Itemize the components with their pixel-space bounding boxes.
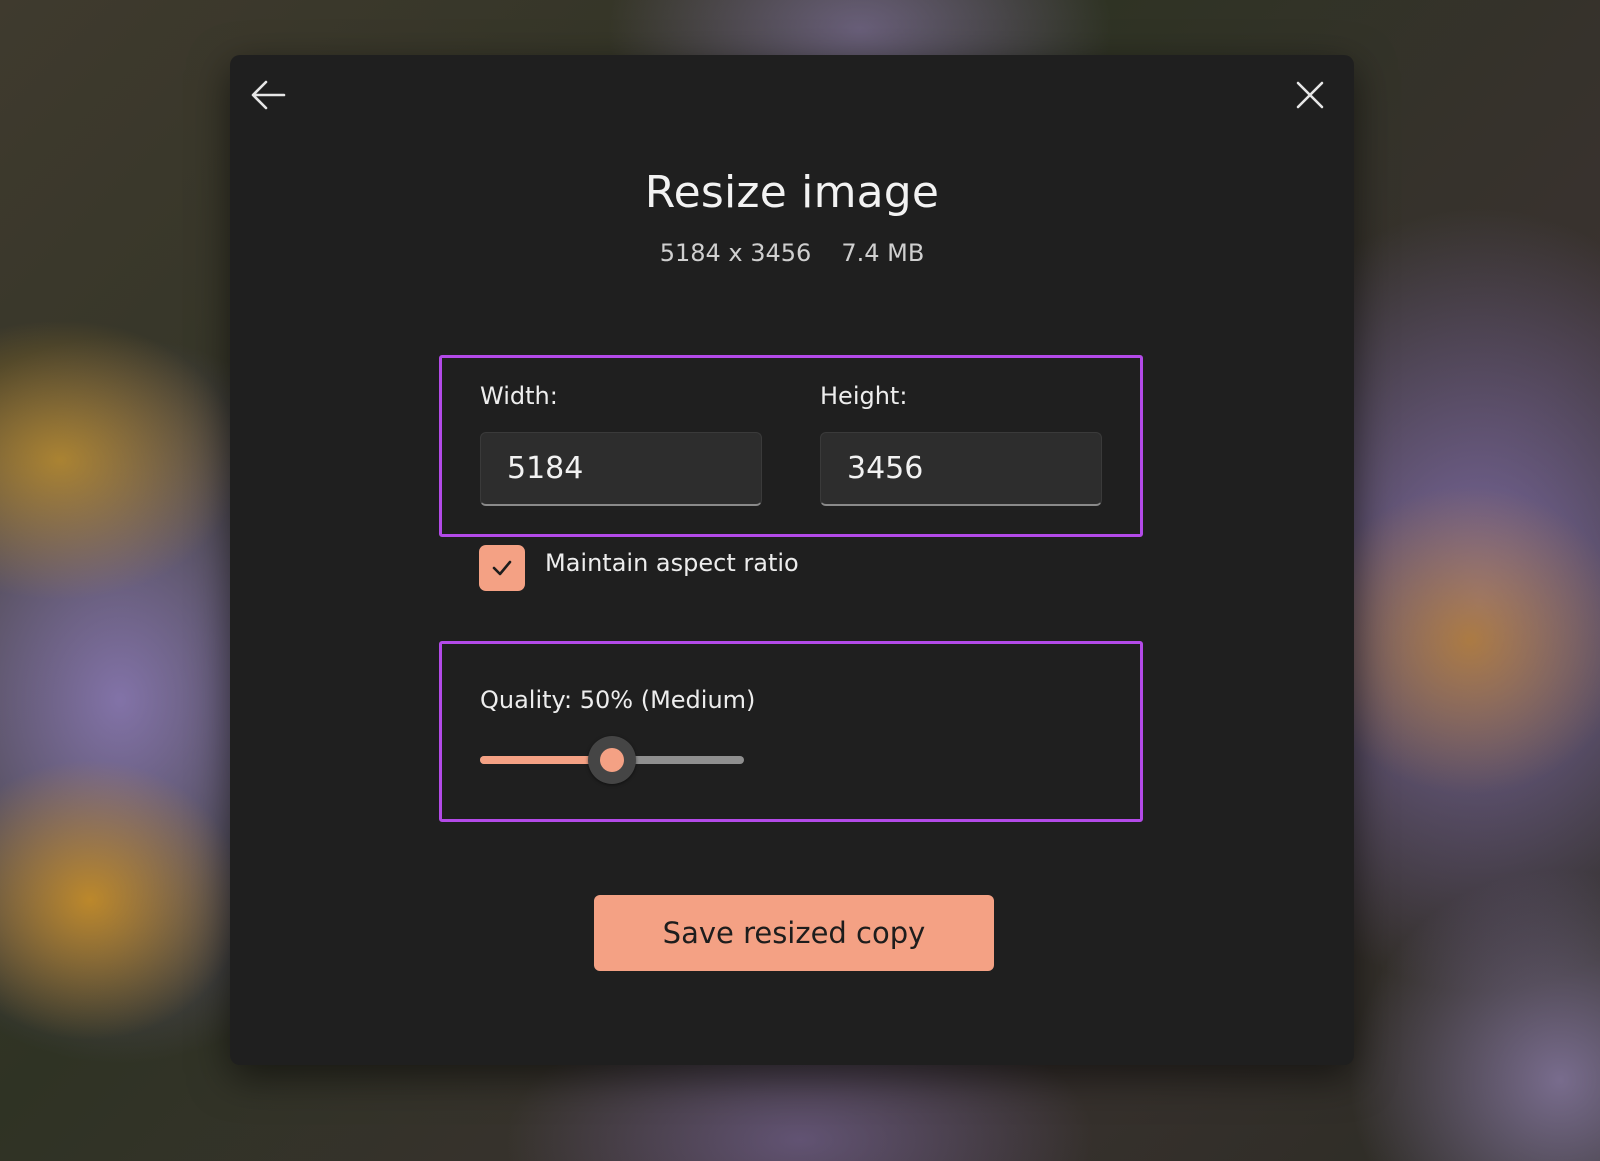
aspect-ratio-checkbox[interactable] [479, 545, 525, 591]
height-label: Height: [820, 382, 908, 410]
slider-thumb[interactable] [588, 736, 636, 784]
quality-slider[interactable] [480, 736, 744, 784]
image-dimensions: 5184 x 3456 [659, 239, 812, 267]
image-info: 5184 x 3456 7.4 MB [230, 239, 1354, 267]
save-resized-copy-button[interactable]: Save resized copy [594, 895, 994, 971]
quality-group: Quality: 50% (Medium) [439, 641, 1143, 822]
width-input[interactable] [480, 432, 762, 506]
slider-thumb-core [600, 748, 624, 772]
arrow-left-icon [251, 80, 286, 110]
maintain-aspect-ratio-option[interactable]: Maintain aspect ratio [479, 545, 799, 591]
image-file-size: 7.4 MB [841, 239, 925, 267]
close-icon [1296, 81, 1324, 109]
width-label: Width: [480, 382, 558, 410]
aspect-ratio-label: Maintain aspect ratio [545, 549, 799, 577]
dialog-title: Resize image [644, 167, 940, 218]
height-input[interactable] [820, 432, 1102, 506]
back-button[interactable] [244, 71, 292, 119]
quality-label: Quality: 50% (Medium) [480, 686, 756, 714]
close-button[interactable] [1286, 71, 1334, 119]
dimensions-group: Width: Height: [439, 355, 1143, 537]
resize-image-dialog: Resize image 5184 x 3456 7.4 MB Width: He… [230, 55, 1354, 1065]
checkmark-icon [492, 560, 512, 576]
